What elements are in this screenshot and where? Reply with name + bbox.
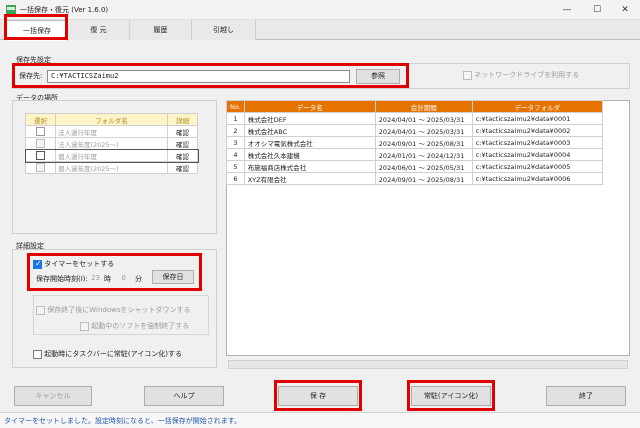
table-row[interactable]: 5 布施福商店株式会社 2024/06/01 〜 2025/05/31 c:¥tact… (226, 160, 604, 173)
folder-name: 法人過年度(2025〜) (55, 137, 168, 150)
folder-detail-button[interactable]: 確認 (167, 125, 198, 138)
taskbar-checkbox[interactable] (33, 349, 42, 359)
tab-bulk-save[interactable]: 一括保存 (6, 20, 68, 41)
horizontal-scrollbar[interactable] (228, 360, 628, 369)
hour-input[interactable]: 23 (88, 274, 100, 282)
app-icon (6, 5, 16, 14)
shutdown-label: 保存終了後にWindowsをシャットダウンする (47, 306, 191, 314)
data-col-no: No. (226, 100, 245, 113)
taskbar-option[interactable]: 起動時にタスクバーに常駐(アイコン化)する (33, 349, 182, 359)
table-row[interactable]: 3 オオシマ電気株式会社 2024/09/01 〜 2025/08/31 c:¥tac… (226, 136, 604, 149)
force-quit-checkbox[interactable] (80, 321, 89, 331)
data-col-period: 会計期間 (374, 100, 473, 113)
save-day-button[interactable]: 保存日 (152, 270, 194, 284)
folder-checkbox[interactable] (36, 126, 45, 136)
maximize-button[interactable]: ☐ (582, 2, 612, 18)
cancel-button[interactable]: キャンセル (14, 386, 92, 406)
status-text: タイマーをセットしました。設定時刻になると、一括保存が開始されます。 (4, 417, 242, 425)
network-drive-label: ネットワークドライブを利用する (474, 71, 580, 79)
status-bar: タイマーをセットしました。設定時刻になると、一括保存が開始されます。 (0, 412, 640, 428)
tab-bar: 一括保存 復 元 履歴 引越し (0, 20, 640, 41)
data-col-name: データ名 (243, 100, 376, 113)
folder-row[interactable]: 法人運行年度 確認 (25, 125, 198, 138)
folder-table: 選択 フォルダ名 詳細 法人運行年度 確認 法人過年度(2025〜) 確認 個人… (24, 113, 199, 174)
taskbar-label: 起動時にタスクバーに常駐(アイコン化)する (44, 350, 182, 358)
force-quit-option[interactable]: 起動中のソフトを強制終了する (80, 321, 189, 331)
network-drive-option[interactable]: ネットワークドライブを利用する (463, 70, 579, 80)
shutdown-option[interactable]: 保存終了後にWindowsをシャットダウンする (36, 305, 190, 315)
folder-detail-button[interactable]: 確認 (167, 161, 198, 174)
folder-name: 個人運行年度 (55, 149, 168, 162)
window-title: 一括保存・復元 (Ver 1.6.0) (20, 6, 109, 14)
folder-row-selected[interactable]: 個人運行年度 確認 (24, 148, 199, 163)
help-button[interactable]: ヘルプ (144, 386, 224, 406)
force-quit-label: 起動中のソフトを強制終了する (91, 322, 190, 330)
minute-input[interactable]: 0 (116, 274, 126, 282)
data-col-folder: データフォルダ (471, 100, 604, 113)
table-row[interactable]: 4 株式会社久本建機 2024/01/01 〜 2024/12/31 c:¥tacti… (226, 148, 604, 161)
hour-unit: 時 (104, 275, 111, 283)
folder-detail-button[interactable]: 確認 (167, 137, 198, 150)
folder-checkbox[interactable] (36, 139, 45, 148)
timer-checkbox[interactable] (33, 259, 42, 269)
tab-history[interactable]: 履歴 (130, 20, 192, 40)
folder-row[interactable]: 個人過年度(2025〜) 確認 (25, 161, 198, 174)
close-button[interactable]: ✕ (610, 2, 640, 18)
exit-button[interactable]: 終了 (546, 386, 626, 406)
folder-name: 個人過年度(2025〜) (55, 161, 168, 174)
folder-detail-button[interactable]: 確認 (167, 149, 198, 162)
table-row[interactable]: 6 XYZ有限会社 2024/09/01 〜 2025/08/31 c:¥tactic… (226, 172, 604, 185)
start-time-label: 保存開始時刻(I): (36, 275, 88, 283)
table-row[interactable]: 1 株式会社DEF 2024/04/01 〜 2025/03/31 c:¥tactic… (226, 112, 604, 125)
folder-col-select: 選択 (25, 113, 56, 126)
folder-name: 法人運行年度 (55, 125, 168, 138)
data-table: No. データ名 会計期間 データフォルダ 1 株式会社DEF 2024/04/01… (226, 100, 604, 185)
folder-checkbox[interactable] (36, 163, 45, 172)
table-row[interactable]: 2 株式会社ABC 2024/04/01 〜 2025/03/31 c:¥tactic… (226, 124, 604, 137)
shutdown-checkbox[interactable] (36, 305, 45, 315)
resident-button[interactable]: 常駐(アイコン化) (411, 386, 491, 406)
network-drive-checkbox[interactable] (463, 70, 472, 80)
timer-label: タイマーをセットする (44, 260, 115, 268)
browse-button[interactable]: 参照 (356, 69, 400, 84)
save-button[interactable]: 保 存 (278, 386, 358, 406)
folder-checkbox[interactable] (36, 150, 45, 160)
tab-restore[interactable]: 復 元 (68, 20, 130, 40)
save-path-input[interactable]: C:¥TACTICSZaimu2 (47, 70, 350, 83)
minimize-button[interactable]: — (552, 2, 582, 18)
folder-row[interactable]: 法人過年度(2025〜) 確認 (25, 137, 198, 150)
minute-unit: 分 (135, 275, 142, 283)
timer-option[interactable]: タイマーをセットする (33, 259, 114, 269)
title-bar: 一括保存・復元 (Ver 1.6.0) — ☐ ✕ (0, 0, 640, 20)
folder-col-detail: 詳細 (167, 113, 198, 126)
folder-col-name: フォルダ名 (55, 113, 168, 126)
save-path-label: 保存先: (19, 72, 43, 80)
tab-migration[interactable]: 引越し (192, 20, 256, 40)
